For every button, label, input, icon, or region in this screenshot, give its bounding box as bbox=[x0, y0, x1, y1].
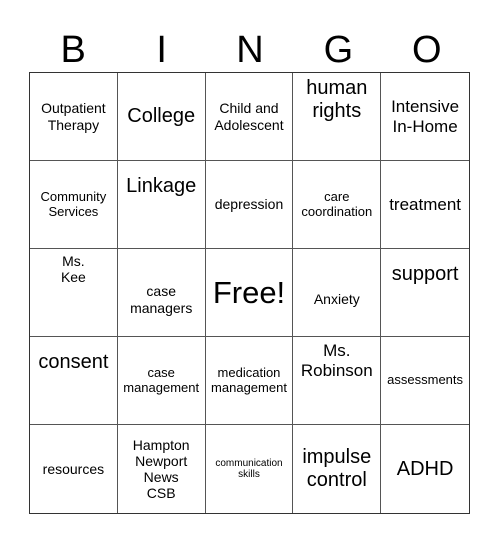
bingo-cell[interactable]: Intensive In-Home bbox=[381, 73, 469, 161]
bingo-header: B I N G O bbox=[29, 28, 471, 72]
bingo-cell[interactable]: resources bbox=[30, 425, 118, 513]
bingo-cell[interactable]: case managers bbox=[117, 249, 206, 337]
bingo-cell[interactable]: Anxiety bbox=[293, 249, 382, 337]
bingo-cell[interactable]: medication management bbox=[205, 337, 294, 425]
bingo-cell[interactable]: case management bbox=[117, 337, 206, 425]
bingo-cell[interactable]: impulse control bbox=[293, 425, 382, 513]
header-letter-o: O bbox=[412, 29, 442, 71]
bingo-cell[interactable]: College bbox=[117, 73, 206, 161]
bingo-cell[interactable]: Community Services bbox=[30, 161, 118, 249]
bingo-cell[interactable]: human rights bbox=[293, 73, 382, 161]
bingo-cell[interactable]: Hampton Newport News CSB bbox=[118, 425, 206, 513]
bingo-grid: Outpatient Therapy College Child and Ado… bbox=[29, 72, 470, 514]
bingo-cell[interactable]: consent bbox=[30, 337, 118, 425]
bingo-cell[interactable]: ADHD bbox=[381, 425, 469, 513]
free-space[interactable]: Free! bbox=[205, 249, 294, 337]
bingo-cell[interactable]: depression bbox=[205, 161, 294, 249]
bingo-cell[interactable]: Ms. Kee bbox=[30, 249, 118, 337]
bingo-cell[interactable]: Child and Adolescent bbox=[205, 73, 294, 161]
header-letter-b: B bbox=[60, 29, 86, 71]
bingo-cell[interactable]: Outpatient Therapy bbox=[30, 73, 118, 161]
bingo-cell[interactable]: Linkage bbox=[117, 161, 206, 249]
bingo-cell[interactable]: assessments bbox=[381, 337, 469, 425]
header-letter-n: N bbox=[236, 29, 264, 71]
bingo-cell[interactable]: care coordination bbox=[293, 161, 382, 249]
header-letter-g: G bbox=[323, 29, 354, 71]
bingo-cell[interactable]: Ms. Robinson bbox=[293, 337, 382, 425]
bingo-cell[interactable]: support bbox=[381, 249, 469, 337]
bingo-cell[interactable]: treatment bbox=[381, 161, 469, 249]
bingo-cell[interactable]: communication skills bbox=[206, 425, 294, 513]
header-letter-i: I bbox=[156, 29, 167, 71]
